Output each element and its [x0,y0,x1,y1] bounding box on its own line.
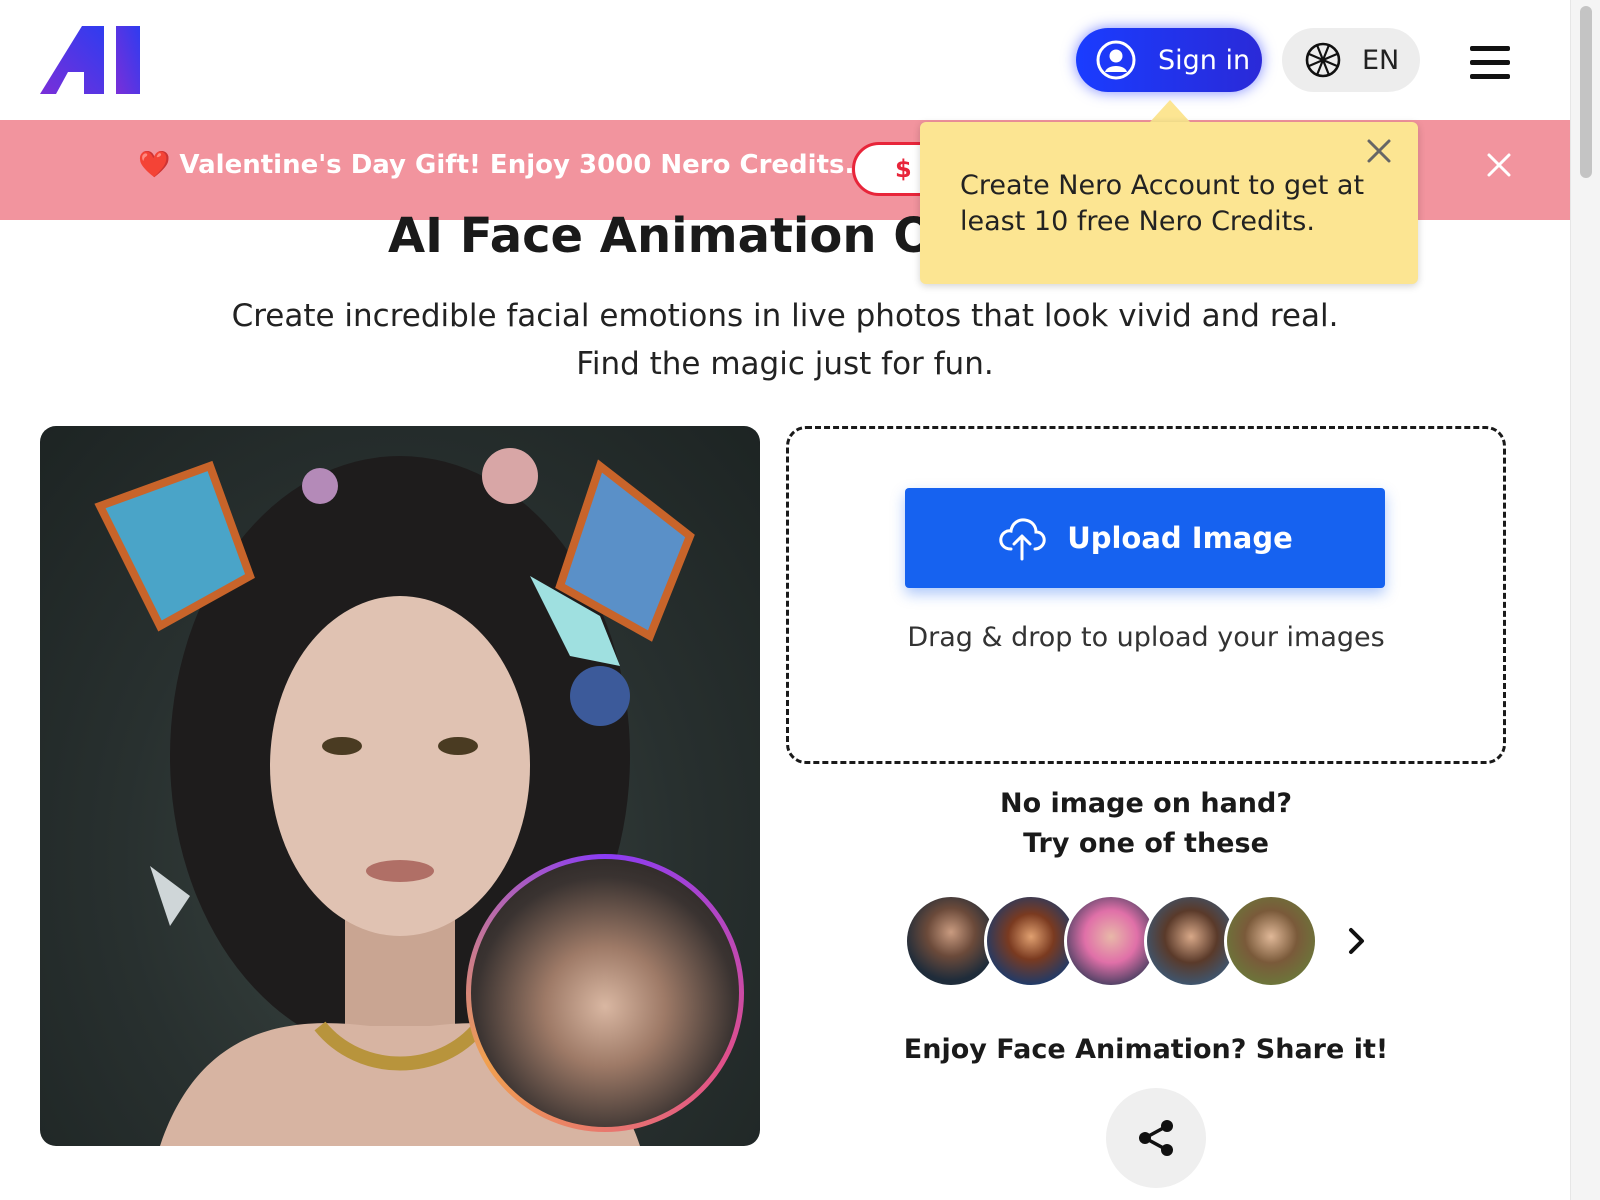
tooltip-text: Create Nero Account to get at least 10 f… [960,170,1365,237]
user-icon [1096,40,1136,80]
close-icon[interactable] [1366,138,1392,164]
close-icon[interactable] [1484,150,1514,180]
drag-drop-hint: Drag & drop to upload your images [907,622,1385,653]
share-prompt: Enjoy Face Animation? Share it! [903,1034,1389,1065]
showcase-inset-avatar [466,854,744,1132]
sample-images-heading: No image on hand? Try one of these [786,784,1506,864]
hamburger-menu-icon[interactable] [1470,46,1510,80]
ai-logo[interactable] [40,26,142,94]
sign-in-button[interactable]: Sign in [1076,28,1262,92]
site-header: Sign in EN [0,0,1570,120]
tooltip-arrow [1150,100,1190,122]
sign-in-label: Sign in [1158,44,1251,76]
page-title: AI Face Animation Onl [388,208,985,264]
signup-tooltip: Create Nero Account to get at least 10 f… [920,122,1418,284]
sample-heading-line1: No image on hand? [999,788,1293,819]
share-button[interactable] [1106,1088,1206,1188]
cloud-upload-icon [999,518,1046,561]
language-label: EN [1362,44,1400,76]
scrollbar-thumb[interactable] [1580,6,1592,178]
upload-dropzone[interactable] [786,426,1506,764]
chevron-right-icon[interactable] [1346,926,1368,956]
banner-text: ❤️ Valentine's Day Gift! Enjoy 3000 Nero… [138,150,887,180]
language-selector[interactable]: EN [1282,28,1420,92]
sample-heading-line2: Try one of these [1023,828,1269,859]
page-subtitle: Create incredible facial emotions in liv… [231,298,1339,382]
page-scrollbar[interactable] [1570,0,1600,1200]
sample-image[interactable] [1224,894,1318,988]
upload-image-label: Upload Image [1067,521,1293,555]
share-icon [1139,1120,1173,1156]
upload-image-button[interactable]: Upload Image [905,488,1385,588]
globe-icon [1305,42,1341,78]
